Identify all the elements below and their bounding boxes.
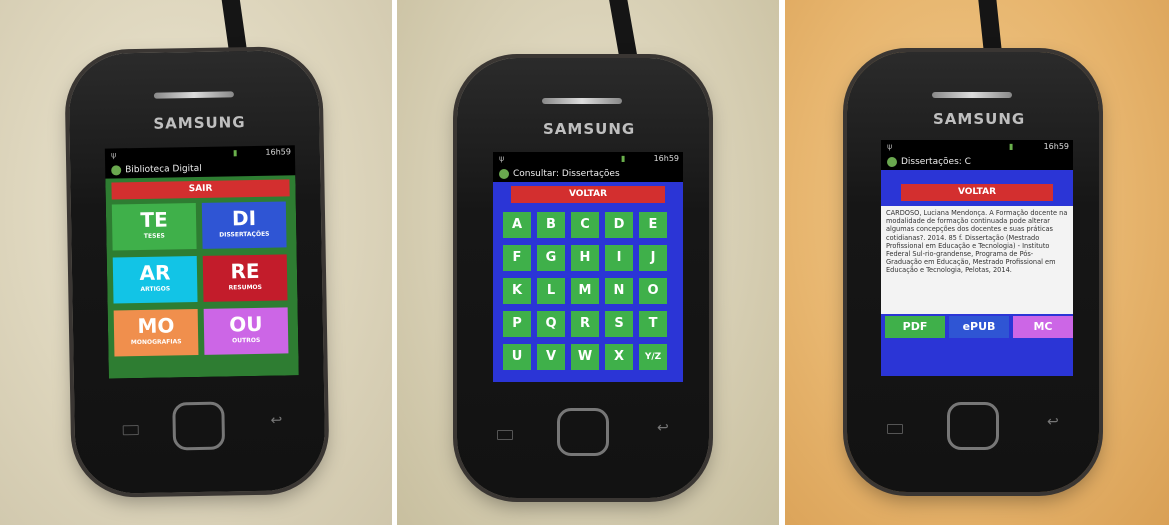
menu-key[interactable] <box>122 425 139 436</box>
photo-panel-3: SAMSUNG ψ ▮ 16h59 Dissertações: C VOLTAR… <box>785 0 1169 525</box>
back-key[interactable]: ↩ <box>1047 414 1059 430</box>
tile-label: ARTIGOS <box>140 285 171 293</box>
letter-button-n[interactable]: N <box>605 278 633 304</box>
app-title-bar: Dissertações: C <box>881 154 1073 170</box>
category-tile-ar[interactable]: AR ARTIGOS <box>112 256 198 304</box>
signal-icon: ▮ <box>232 148 238 158</box>
back-key[interactable]: ↩ <box>270 413 282 429</box>
letter-button-a[interactable]: A <box>503 212 531 238</box>
letter-button-yz[interactable]: Y/Z <box>639 344 667 370</box>
clock: 16h59 <box>265 147 291 157</box>
signal-icon: ▮ <box>1009 142 1014 151</box>
category-tile-te[interactable]: TE TESES <box>111 203 197 251</box>
status-bar: ψ ▮ 16h59 <box>881 140 1073 154</box>
home-button[interactable] <box>947 402 999 450</box>
citation-box: CARDOSO, Luciana Mendonça. A Formação do… <box>881 206 1073 314</box>
screen: ψ ▮ 16h59 Consultar: Dissertações VOLTAR… <box>493 152 683 382</box>
category-tile-re[interactable]: RE RESUMOS <box>202 254 288 302</box>
photo-panel-2: SAMSUNG ψ ▮ 16h59 Consultar: Dissertaçõe… <box>397 0 779 525</box>
app-icon <box>499 169 509 179</box>
app-title-bar: Consultar: Dissertações <box>493 166 683 182</box>
earpiece-speaker <box>542 98 622 104</box>
usb-icon: ψ <box>499 154 505 163</box>
tile-label: MONOGRAFIAS <box>130 338 182 347</box>
tile-label: TESES <box>143 232 165 240</box>
letter-button-m[interactable]: M <box>571 278 599 304</box>
letter-grid-background: VOLTAR A B C D E F G H I J K L M N O P Q R S T U V W X Y/Z <box>493 182 683 382</box>
letter-button-p[interactable]: P <box>503 311 531 337</box>
clock: 16h59 <box>653 154 679 163</box>
letter-button-l[interactable]: L <box>537 278 565 304</box>
tile-code: OU <box>229 311 263 337</box>
phone-body: SAMSUNG ψ ▮ 16h59 Consultar: Dissertaçõe… <box>457 58 709 498</box>
screen: ψ ▮ 16h59 Biblioteca Digital SAIR TE TESE… <box>104 145 299 379</box>
tile-label: OUTROS <box>232 336 261 345</box>
home-button[interactable] <box>172 401 226 451</box>
format-button-epub[interactable]: ePUB <box>949 316 1009 338</box>
letter-button-q[interactable]: Q <box>537 311 565 337</box>
exit-button[interactable]: SAIR <box>111 179 290 200</box>
letter-button-e[interactable]: E <box>639 212 667 238</box>
signal-icon: ▮ <box>621 154 626 163</box>
menu-key[interactable] <box>887 424 903 434</box>
format-button-mc[interactable]: MC <box>1013 316 1073 338</box>
letter-button-o[interactable]: O <box>639 278 667 304</box>
letter-button-s[interactable]: S <box>605 311 633 337</box>
back-button[interactable]: VOLTAR <box>901 184 1053 201</box>
phone-body: SAMSUNG ψ ▮ 16h59 Biblioteca Digital SAI… <box>68 49 326 495</box>
letter-button-c[interactable]: C <box>571 212 599 238</box>
letter-button-h[interactable]: H <box>571 245 599 271</box>
letter-button-t[interactable]: T <box>639 311 667 337</box>
screen: ψ ▮ 16h59 Dissertações: C VOLTAR CARDOSO… <box>881 140 1073 376</box>
app-title: Dissertações: C <box>901 157 971 167</box>
tile-code: AR <box>139 260 171 286</box>
letter-button-g[interactable]: G <box>537 245 565 271</box>
app-icon <box>111 165 122 176</box>
category-tile-mo[interactable]: MO MONOGRAFIAS <box>113 308 199 357</box>
letter-button-x[interactable]: X <box>605 344 633 370</box>
app-title: Biblioteca Digital <box>125 163 202 176</box>
tile-label: RESUMOS <box>228 283 262 292</box>
menu-key[interactable] <box>497 430 513 440</box>
format-button-pdf[interactable]: PDF <box>885 316 945 338</box>
letter-button-j[interactable]: J <box>639 245 667 271</box>
home-background: SAIR TE TESES DI DISSERTAÇÕES AR ARTIGOS RE RES… <box>105 175 299 379</box>
brand-logo: SAMSUNG <box>153 113 246 133</box>
letter-button-w[interactable]: W <box>571 344 599 370</box>
category-tile-ou[interactable]: OU OUTROS <box>203 307 289 355</box>
phone-body: SAMSUNG ψ ▮ 16h59 Dissertações: C VOLTAR… <box>847 52 1099 492</box>
earpiece-speaker <box>153 91 234 99</box>
app-title: Consultar: Dissertações <box>513 169 620 179</box>
back-button[interactable]: VOLTAR <box>511 186 665 203</box>
home-button[interactable] <box>557 408 609 456</box>
tile-code: MO <box>137 313 175 339</box>
citation-text: CARDOSO, Luciana Mendonça. A Formação do… <box>886 209 1068 275</box>
photo-panel-1: SAMSUNG ψ ▮ 16h59 Biblioteca Digital SAI… <box>0 0 392 525</box>
clock: 16h59 <box>1043 142 1069 151</box>
earpiece-speaker <box>932 92 1012 98</box>
back-key[interactable]: ↩ <box>657 420 669 436</box>
usb-icon: ψ <box>887 142 893 151</box>
letter-button-f[interactable]: F <box>503 245 531 271</box>
letter-button-u[interactable]: U <box>503 344 531 370</box>
detail-background: VOLTAR CARDOSO, Luciana Mendonça. A Form… <box>881 170 1073 376</box>
letter-button-i[interactable]: I <box>605 245 633 271</box>
brand-logo: SAMSUNG <box>543 120 636 138</box>
category-tile-di[interactable]: DI DISSERTAÇÕES <box>201 201 287 249</box>
letter-button-k[interactable]: K <box>503 278 531 304</box>
letter-button-d[interactable]: D <box>605 212 633 238</box>
tile-label: DISSERTAÇÕES <box>219 230 270 239</box>
brand-logo: SAMSUNG <box>933 110 1026 128</box>
tile-code: DI <box>231 205 257 231</box>
letter-button-v[interactable]: V <box>537 344 565 370</box>
tile-code: TE <box>140 207 168 232</box>
tile-code: RE <box>230 258 260 284</box>
letter-button-r[interactable]: R <box>571 311 599 337</box>
letter-button-b[interactable]: B <box>537 212 565 238</box>
app-icon <box>887 157 897 167</box>
status-bar: ψ ▮ 16h59 <box>493 152 683 166</box>
usb-icon: ψ <box>110 150 117 160</box>
